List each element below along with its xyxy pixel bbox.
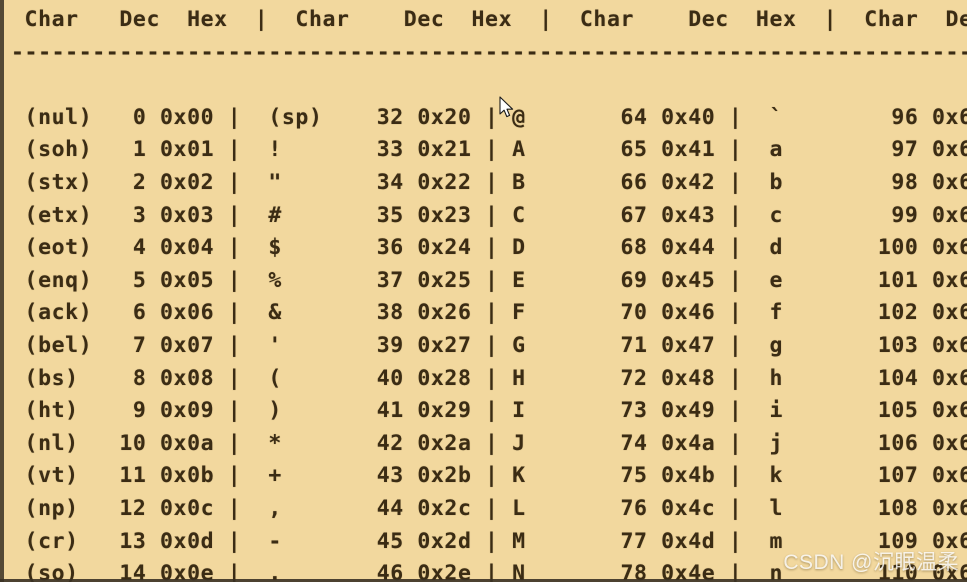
- window-left-edge: [0, 0, 4, 582]
- ascii-table-viewport: Char Dec Hex | Char Dec Hex | Char Dec H…: [5, 0, 967, 582]
- ascii-table-text: Char Dec Hex | Char Dec Hex | Char Dec H…: [11, 7, 967, 582]
- csdn-watermark: CSDN @沉眠温柔: [783, 551, 959, 574]
- terminal-screen: Char Dec Hex | Char Dec Hex | Char Dec H…: [0, 0, 967, 582]
